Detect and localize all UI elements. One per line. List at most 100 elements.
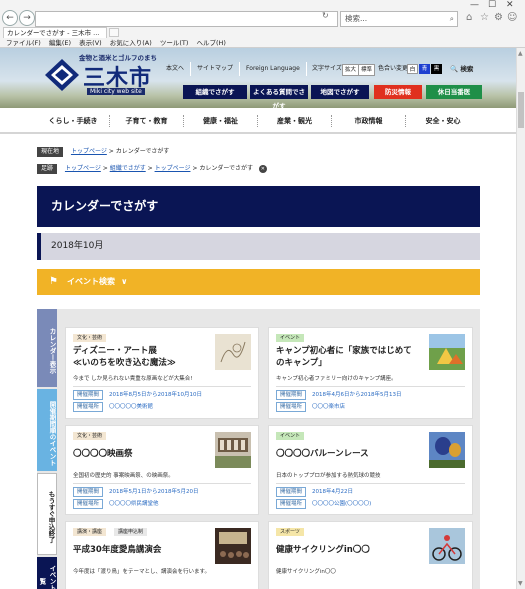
close-icon[interactable]: ✕ [258,165,267,173]
history-link[interactable]: トップページ [65,165,101,172]
site-header: 金物と酒米とゴルフのまち 三木市 Miki city web site 本文へ … [0,48,516,110]
gnav-city-info[interactable]: 市政情報 [331,115,405,127]
event-title[interactable]: 健康サイクリングin〇〇 [276,544,370,556]
browser-chrome: — ☐ ✕ ← → ↻ 検索... ⌕ ⌂ ☆ ⚙ ☺ カレンダーでさがす - … [0,0,525,48]
event-description: キャンプ初心者ファミリー向けのキャンプ講座。 [276,376,397,382]
search-by-map-button[interactable]: 地図でさがす [311,85,369,99]
event-title[interactable]: 〇〇〇〇映画祭 [73,448,133,460]
browser-tab[interactable]: カレンダーでさがす - 三木市 ... [3,27,107,38]
menu-tools[interactable]: ツール(T) [160,39,189,47]
new-tab-button[interactable] [109,28,119,37]
divider [276,386,465,387]
logo-english: Miki city web site [87,88,145,95]
divider [73,483,251,484]
menu-edit[interactable]: 編集(E) [49,39,71,47]
vertical-scrollbar[interactable]: ▲ ▼ [516,48,525,589]
history-link[interactable]: トップページ [155,165,191,172]
tab-calendar-view[interactable]: カレンダー表示 [37,309,57,387]
event-title[interactable]: 平成30年度愛鳥講演会 [73,544,161,556]
event-title[interactable]: ディズニー・アート展 ≪いのちを吹き込む魔法≫ [73,345,176,369]
search-by-organization-button[interactable]: 組織でさがす [183,85,247,99]
event-thumbnail [215,528,251,564]
history-tag: 足跡 [37,164,58,174]
scroll-thumb[interactable] [518,92,524,128]
event-period: 開催期間 2018年8月5日から2018年10月10日 [73,390,202,400]
foreign-language-link[interactable]: Foreign Language [240,62,307,76]
history-breadcrumb: 足跡 トップページ > 組織でさがす > トップページ > カレンダーでさがす … [37,164,267,174]
back-button[interactable]: ← [2,10,18,26]
font-enlarge-button[interactable]: 拡大 [342,64,360,76]
event-place: 開催場所 〇〇〇〇公園(〇〇〇〇) [276,499,371,509]
gnav-safety[interactable]: 安全・安心 [405,115,480,127]
home-icon[interactable]: ⌂ [466,12,472,23]
event-period: 開催期間 2018年4月6日から2018年5月13日 [276,390,402,400]
event-place: 開催場所 〇〇〇〇県民講堂他 [73,499,159,509]
event-description: 健康サイクリングin〇〇 [276,569,336,575]
event-search-toggle[interactable]: ⚑ イベント検索 ∨ [37,269,480,295]
menu-view[interactable]: 表示(V) [79,39,102,47]
holiday-doctor-button[interactable]: 休日当番医 [426,85,482,99]
scroll-up-icon[interactable]: ▲ [518,50,523,57]
sitemap-link[interactable]: サイトマップ [191,62,241,76]
menu-favorites[interactable]: お気に入り(A) [110,39,152,47]
gnav-industry[interactable]: 産業・観光 [257,115,331,127]
skip-to-content-link[interactable]: 本文へ [160,62,192,76]
web-page: 金物と酒米とゴルフのまち 三木市 Miki city web site 本文へ … [0,48,516,589]
category-badge: イベント [276,334,305,342]
category-badge: イベント [276,432,305,440]
refresh-icon[interactable]: ↻ [322,11,329,20]
event-card[interactable]: イベント キャンプ初心者に「家族ではじめて のキャンプ」 キャンプ初心者ファミリ… [268,327,473,419]
breadcrumb: 現在地 トップページ > カレンダーでさがす [37,147,169,157]
browser-search-input[interactable]: 検索... ⌕ [340,11,458,27]
gnav-health[interactable]: 健康・福祉 [183,115,257,127]
event-card[interactable]: スポーツ 健康サイクリングin〇〇 健康サイクリングin〇〇 [268,521,473,589]
event-list-area: カレンダー表示 開催期間順のイベント もうすぐ申込終了 イベント一覧 文化・芸術… [37,309,480,589]
event-description: 今まで しか見られない貴重な原画などが大集合! [73,376,193,382]
site-search-link[interactable]: 🔍 検索 [450,62,473,76]
flag-icon: ⚑ [49,276,58,287]
menu-file[interactable]: ファイル(F) [6,39,41,47]
address-bar[interactable] [35,11,338,27]
event-card[interactable]: 文化・芸術 〇〇〇〇映画祭 全国初の歴史的 事案映画祭、の映画祭。 開催期間 20… [65,425,259,515]
event-place: 開催場所 〇〇〇〇〇美術館 [73,402,153,412]
gnav-childcare[interactable]: 子育て・教育 [109,115,183,127]
event-place: 開催場所 〇〇〇楽市店 [276,402,345,412]
breadcrumb-link[interactable]: トップページ [71,148,107,155]
color-white-button[interactable]: 白 [407,64,418,74]
scroll-down-icon[interactable]: ▼ [518,580,523,587]
category-badge: 文化・芸術 [73,432,107,440]
forward-button[interactable]: → [19,10,35,26]
favorites-star-icon[interactable]: ☆ [480,12,489,23]
event-description: 今年度は「渡り鳥」をテーマとし、講演会を行います。 [73,569,210,575]
menu-help[interactable]: ヘルプ(H) [197,39,226,47]
event-thumbnail [429,334,465,370]
category-badge: 講演・講座 [73,528,107,536]
month-heading: 2018年10月 [37,233,480,260]
disaster-info-button[interactable]: 防災情報 [374,85,422,99]
smiley-icon[interactable]: ☺ [507,12,517,23]
category-badge: 講座申込制 [114,528,148,536]
event-card[interactable]: 文化・芸術 ディズニー・アート展 ≪いのちを吹き込む魔法≫ 今まで しか見られな… [65,327,259,419]
event-title[interactable]: キャンプ初心者に「家族ではじめて のキャンプ」 [276,345,412,369]
color-blue-button[interactable]: 青 [419,64,430,74]
tab-by-period[interactable]: 開催期間順のイベント [37,389,57,471]
search-by-faq-button[interactable]: よくある質問でさがす [250,85,308,110]
tab-deadline-soon[interactable]: もうすぐ申込終了 [37,473,57,555]
settings-gear-icon[interactable]: ⚙ [494,12,503,23]
event-thumbnail [429,528,465,564]
history-link[interactable]: 組織でさがす [110,165,146,172]
divider [276,483,465,484]
event-card[interactable]: 講演・講座 講座申込制 平成30年度愛鳥講演会 今年度は「渡り鳥」をテーマとし、… [65,521,259,589]
event-card[interactable]: イベント 〇〇〇〇バルーンレース 日本のトッププロが参加する熱気球の競技 開催期… [268,425,473,515]
gnav-living[interactable]: くらし・手続き [37,115,109,127]
breadcrumb-current: カレンダーでさがす [115,148,170,155]
event-thumbnail [215,432,251,468]
color-black-button[interactable]: 黒 [431,64,442,74]
divider [73,386,251,387]
tab-event-list[interactable]: イベント一覧 [37,557,57,589]
font-standard-button[interactable]: 標準 [358,64,376,76]
search-icon[interactable]: ⌕ [450,12,454,26]
event-title[interactable]: 〇〇〇〇バルーンレース [276,448,369,460]
city-logo-icon[interactable] [44,58,80,92]
event-description: 全国初の歴史的 事案映画祭、の映画祭。 [73,473,174,479]
